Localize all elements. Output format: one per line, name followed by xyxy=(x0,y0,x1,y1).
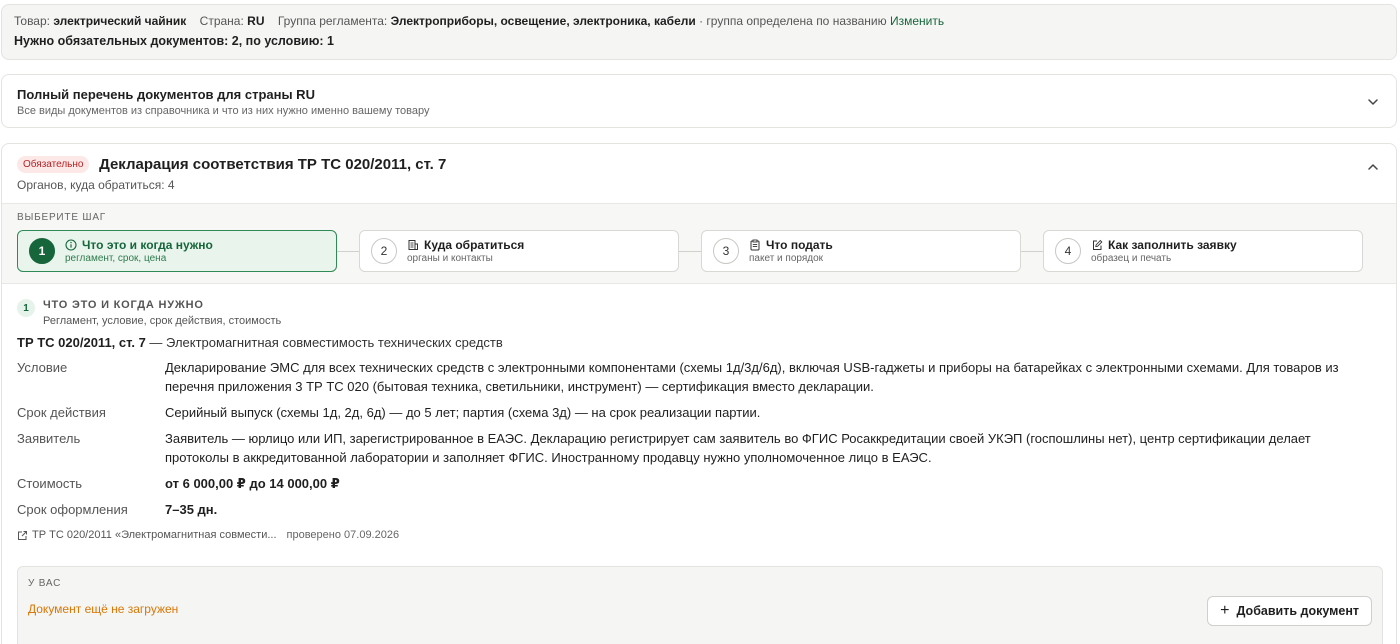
step-selector: ВЫБЕРИТЕ ШАГ 1 Что это и когда нужно рег… xyxy=(2,204,1396,284)
detail-row: Заявитель Заявитель — юрлицо или ИП, зар… xyxy=(17,429,1381,467)
step-2-title: Куда обратиться xyxy=(424,238,525,252)
country-label: Страна: xyxy=(199,14,244,28)
section-title: ЧТО ЭТО И КОГДА НУЖНО xyxy=(43,299,204,311)
step-2-button[interactable]: 2 Куда обратиться органы и контакты xyxy=(359,230,679,272)
country-value: RU xyxy=(247,14,265,28)
document-subtitle: Органов, куда обратиться: 4 xyxy=(17,178,175,193)
product-summary: Товар: электрический чайник Страна: RU Г… xyxy=(1,4,1397,60)
detail-key: Условие xyxy=(17,360,68,375)
section-number: 1 xyxy=(17,299,35,317)
detail-value: Декларирование ЭМС для всех технических … xyxy=(165,360,1339,394)
detail-value: Заявитель — юрлицо или ИП, зарегистриров… xyxy=(165,431,1311,465)
chevron-down-icon[interactable] xyxy=(1366,95,1380,109)
product-label: Товар: xyxy=(14,14,50,28)
summary-info-line: Товар: электрический чайник Страна: RU Г… xyxy=(14,14,1384,29)
detail-key: Заявитель xyxy=(17,431,81,446)
regulation-name: — Электромагнитная совместимость техниче… xyxy=(145,335,503,350)
step-1-title: Что это и когда нужно xyxy=(82,238,213,252)
step-2-number: 2 xyxy=(371,238,397,264)
step-content: 1 ЧТО ЭТО И КОГДА НУЖНО Регламент, услов… xyxy=(2,284,1396,541)
required-docs-count: Нужно обязательных документов: 2, по усл… xyxy=(14,34,334,48)
step-connector xyxy=(1021,250,1043,252)
group-label: Группа регламента: xyxy=(277,14,388,28)
steps-label: ВЫБЕРИТЕ ШАГ xyxy=(17,212,107,223)
step-3-button[interactable]: 3 Что подать пакет и порядок xyxy=(701,230,1021,272)
step-1-subtitle: регламент, срок, цена xyxy=(65,253,167,264)
required-badge: Обязательно xyxy=(17,156,90,174)
group-value: Электроприборы, освещение, электроника, … xyxy=(390,14,696,28)
document-card: Обязательно Декларация соответствия ТР Т… xyxy=(1,143,1397,644)
detail-value: Серийный выпуск (схемы 1д, 2д, 6д) — до … xyxy=(165,405,761,420)
detail-row: Срок действия Серийный выпуск (схемы 1д,… xyxy=(17,403,1381,422)
source-link[interactable]: ТР ТС 020/2011 «Электромагнитная совмест… xyxy=(32,529,277,541)
document-header[interactable]: Обязательно Декларация соответствия ТР Т… xyxy=(2,144,1396,204)
detail-row: Срок оформления 7–35 дн. xyxy=(17,500,1381,519)
detail-row: Условие Декларирование ЭМС для всех техн… xyxy=(17,358,1381,396)
detail-row: Стоимость от 6 000,00 ₽ до 14 000,00 ₽ xyxy=(17,474,1381,493)
your-document-panel: У ВАС Документ ещё не загружен + Добавит… xyxy=(17,566,1383,644)
external-link-icon xyxy=(18,530,27,540)
detail-value: от 6 000,00 ₽ до 14 000,00 ₽ xyxy=(165,476,340,491)
source-line: ТР ТС 020/2011 «Электромагнитная совмест… xyxy=(17,529,1381,541)
regulation-code: ТР ТС 020/2011, ст. 7 xyxy=(17,335,146,350)
full-list-subtitle: Все виды документов из справочника и что… xyxy=(17,105,430,117)
details-list: Условие Декларирование ЭМС для всех техн… xyxy=(17,358,1381,519)
step-2-subtitle: органы и контакты xyxy=(407,253,493,264)
step-1-button[interactable]: 1 Что это и когда нужно регламент, срок,… xyxy=(17,230,337,272)
document-title: Декларация соответствия ТР ТС 020/2011, … xyxy=(99,156,447,174)
step-1-number: 1 xyxy=(29,238,55,264)
step-connector xyxy=(337,250,359,252)
building-icon xyxy=(408,240,418,250)
plus-icon: + xyxy=(1220,602,1230,619)
step-4-title: Как заполнить заявку xyxy=(1108,238,1237,252)
info-icon xyxy=(65,239,77,251)
add-document-label: Добавить документ xyxy=(1236,604,1360,618)
step-3-title: Что подать xyxy=(766,238,833,252)
upload-status: Документ ещё не загружен xyxy=(28,602,179,616)
step-3-subtitle: пакет и порядок xyxy=(749,253,824,264)
your-document-label: У ВАС xyxy=(28,578,62,589)
detail-key: Стоимость xyxy=(17,476,83,491)
group-note: · группа определена по названию xyxy=(699,14,887,28)
clipboard-icon xyxy=(750,239,760,251)
detail-key: Срок оформления xyxy=(17,502,128,517)
edit-icon xyxy=(1093,239,1103,250)
step-3-number: 3 xyxy=(713,238,739,264)
section-subtitle: Регламент, условие, срок действия, стоим… xyxy=(43,315,282,327)
chevron-up-icon[interactable] xyxy=(1366,160,1380,174)
add-document-button[interactable]: + Добавить документ xyxy=(1207,596,1372,626)
regulation-line: ТР ТС 020/2011, ст. 7 — Электромагнитная… xyxy=(17,335,1381,350)
step-4-number: 4 xyxy=(1055,238,1081,264)
step-connector xyxy=(679,250,701,252)
full-list-title: Полный перечень документов для страны RU xyxy=(17,87,315,102)
change-group-link[interactable]: Изменить xyxy=(890,14,944,28)
checked-date: проверено 07.09.2026 xyxy=(286,529,400,541)
detail-value: 7–35 дн. xyxy=(165,502,218,517)
step-4-button[interactable]: 4 Как заполнить заявку образец и печать xyxy=(1043,230,1363,272)
product-value: электрический чайник xyxy=(53,14,187,28)
detail-key: Срок действия xyxy=(17,405,106,420)
step-4-subtitle: образец и печать xyxy=(1091,253,1172,264)
full-list-card[interactable]: Полный перечень документов для страны RU… xyxy=(1,74,1397,128)
